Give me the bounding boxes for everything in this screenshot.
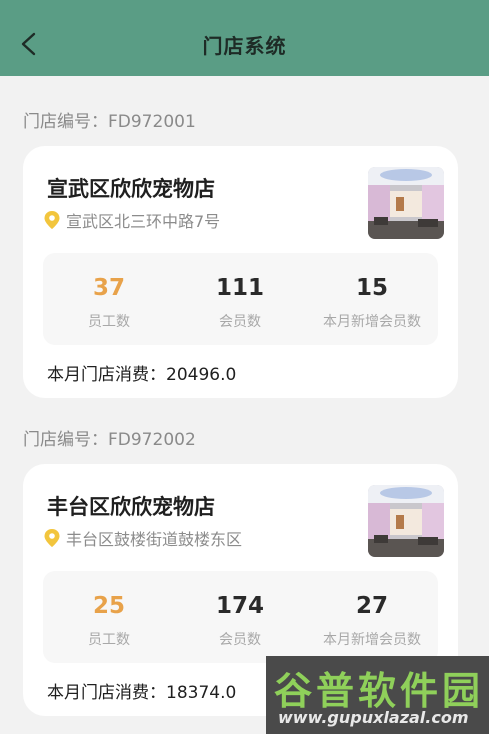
watermark-chinese: 谷普软件园 [274,669,485,713]
store-address-text: 宣武区北三环中路7号 [66,212,221,231]
site-watermark: 谷普软件园 www.gupuxlazal.com [266,656,489,734]
stat-value: 111 [215,275,264,301]
monthly-consumption: 本月门店消费：20496.0 [47,365,237,385]
stat-new-members: 27 本月新增会员数 [306,571,438,649]
store-stats-panel: 25 员工数 174 会员数 27 本月新增会员数 [43,571,438,663]
store-stats-panel: 37 员工数 111 会员数 15 本月新增会员数 [43,253,438,345]
stat-label: 会员数 [219,632,261,648]
stat-value: 15 [355,275,388,301]
store-name: 宣武区欣欣宠物店 [47,177,215,201]
stat-employees: 37 员工数 [43,253,175,331]
store-number: 门店编号：FD972001 [23,112,196,132]
store-photo[interactable] [368,167,444,239]
stat-value: 37 [92,275,125,301]
stat-label: 会员数 [219,314,261,330]
stat-members: 111 会员数 [174,253,306,331]
stat-value: 27 [355,593,388,619]
location-pin-icon [44,211,60,229]
page-title: 门店系统 [202,34,287,58]
stat-members: 174 会员数 [174,571,306,649]
monthly-consumption: 本月门店消费：18374.0 [47,683,237,703]
store-address: 宣武区北三环中路7号 [43,208,220,232]
store-name: 丰台区欣欣宠物店 [47,495,215,519]
store-address: 丰台区鼓楼街道鼓楼东区 [43,526,242,550]
stat-label: 员工数 [88,314,130,330]
stat-value: 174 [215,593,264,619]
store-address-text: 丰台区鼓楼街道鼓楼东区 [66,530,243,549]
store-card[interactable]: 宣武区欣欣宠物店 宣武区北三环中路7号 37 员工数 111 会员数 15 本月… [23,146,458,398]
store-number: 门店编号：FD972002 [23,430,196,450]
stat-label: 本月新增会员数 [323,632,421,648]
stat-label: 本月新增会员数 [323,314,421,330]
app-header: 门店系统 [0,0,489,76]
stat-label: 员工数 [88,632,130,648]
stat-new-members: 15 本月新增会员数 [306,253,438,331]
store-photo[interactable] [368,485,444,557]
stat-employees: 25 员工数 [43,571,175,649]
stat-value: 25 [92,593,125,619]
watermark-url: www.gupuxlazal.com [278,708,469,727]
location-pin-icon [44,529,60,547]
